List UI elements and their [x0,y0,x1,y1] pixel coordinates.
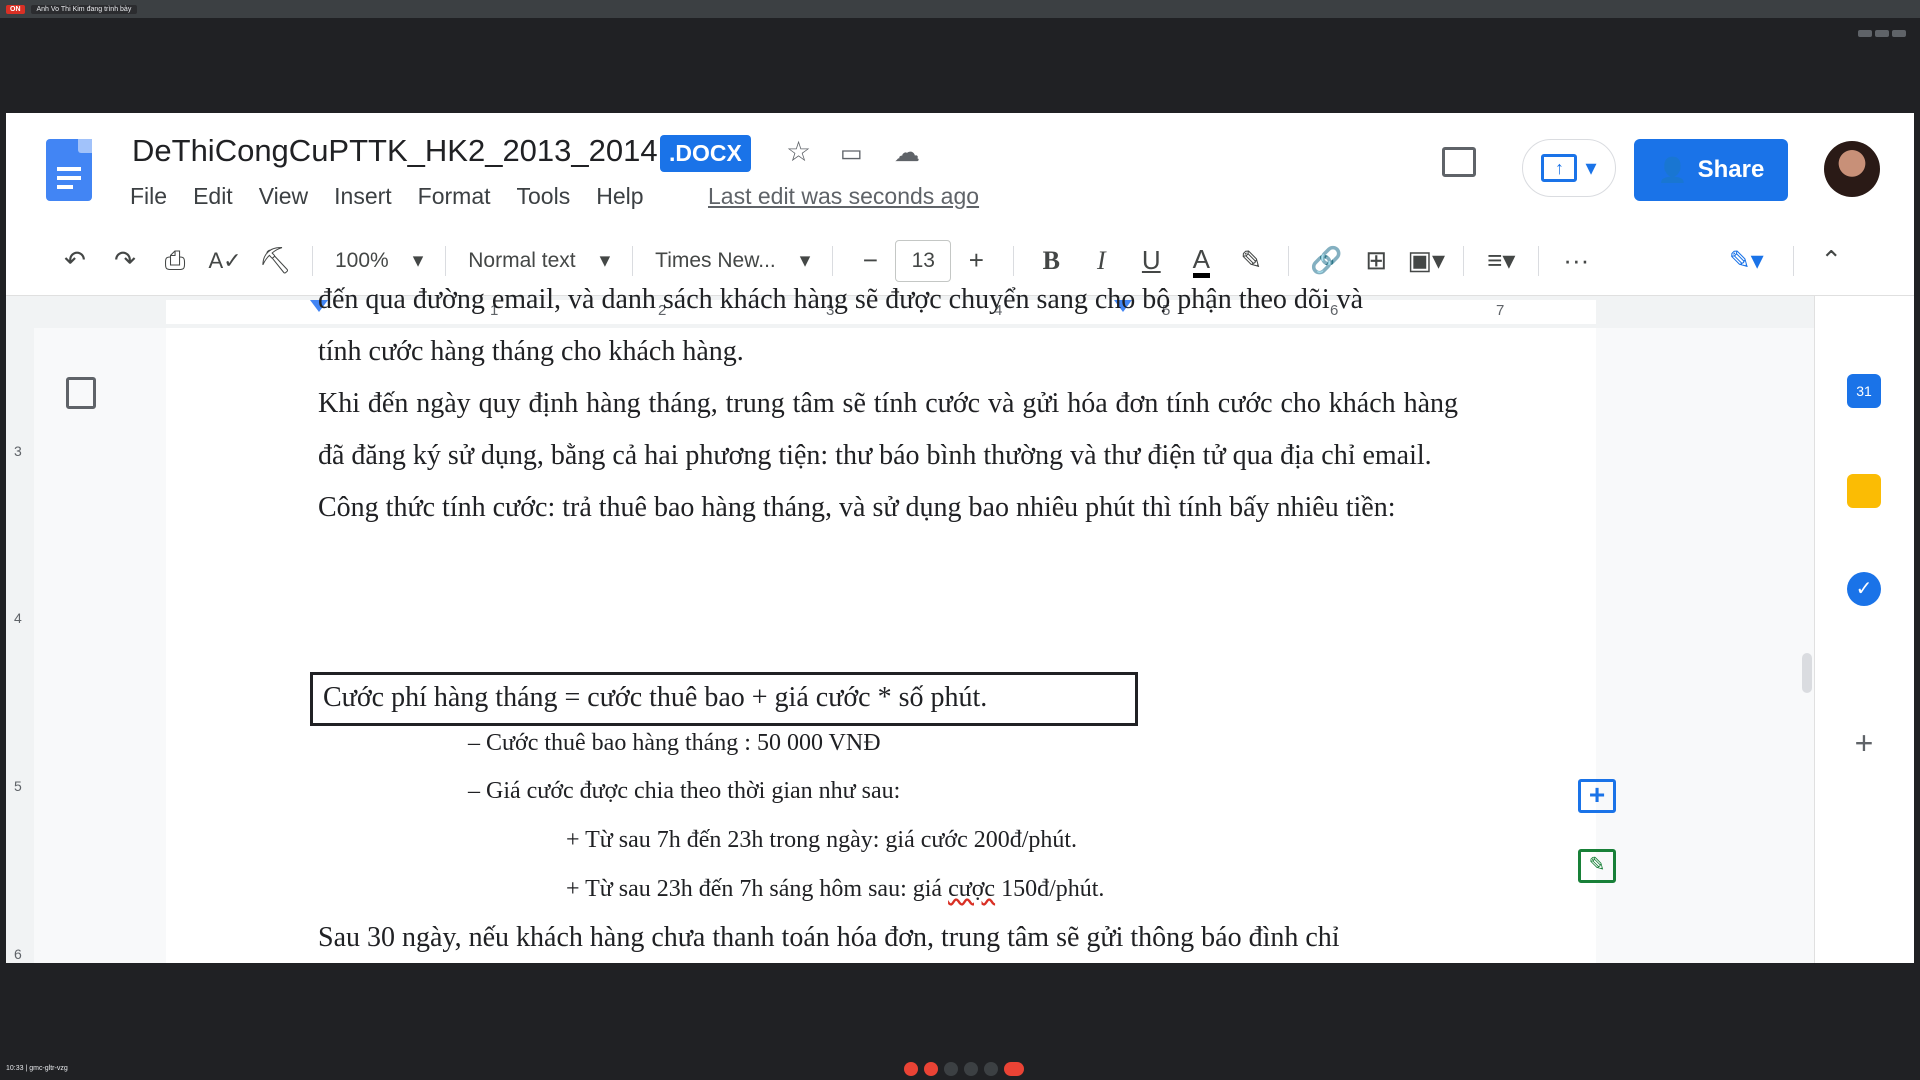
chevron-down-icon: ▾ [1585,155,1597,180]
sub-bullet-text: + Từ sau 23h đến 7h sáng hôm sau: giá [566,876,949,902]
vertical-ruler[interactable]: 3 4 5 6 [6,328,34,963]
keep-icon[interactable] [1847,474,1881,508]
menu-insert[interactable]: Insert [334,183,392,210]
person-icon: 👤 [1657,156,1688,184]
formula-box[interactable]: Cước phí hàng tháng = cước thuê bao + gi… [310,672,1138,726]
presenter-label: Anh Vo Thi Kim đang trình bày [30,4,138,14]
scrollbar[interactable] [1802,653,1812,693]
font-select[interactable]: Times New... ▾ [645,248,820,273]
docs-logo-icon[interactable] [46,139,92,201]
ruler-number: 5 [14,778,22,794]
paragraph: Công thức tính cước: trả thuê bao hàng t… [318,492,1396,523]
end-call-icon[interactable] [1004,1062,1024,1076]
zoom-select[interactable]: 100% ▾ [325,248,433,273]
suggest-edit-icon[interactable]: ✎ [1578,849,1616,883]
increase-font-size-icon[interactable]: + [951,245,1001,276]
tasks-icon[interactable]: ✓ [1847,572,1881,606]
ruler-number: 6 [14,946,22,962]
redo-icon[interactable]: ↷ [100,245,150,276]
meet-top-bar: ON Anh Vo Thi Kim đang trình bày [0,0,1920,18]
meet-controls [904,1062,1024,1076]
spellcheck-icon[interactable]: A✓ [200,248,250,274]
sub-bullet-text: 150đ/phút. [995,876,1105,902]
align-icon[interactable]: ≡▾ [1476,245,1526,276]
share-button[interactable]: 👤 Share [1634,139,1788,201]
underline-icon[interactable]: U [1126,245,1176,276]
chevron-down-icon: ▾ [599,249,611,272]
add-addon-icon[interactable]: + [1847,726,1881,760]
captions-icon[interactable] [944,1062,958,1076]
comment-history-icon[interactable] [1442,147,1476,177]
decrease-font-size-icon[interactable]: − [845,245,895,276]
sub-bullet-item: + Từ sau 23h đến 7h sáng hôm sau: giá cư… [566,876,1104,903]
link-icon[interactable]: 🔗 [1301,245,1351,276]
ruler-number: 4 [14,610,22,626]
menu-tools[interactable]: Tools [517,183,571,210]
style-value: Normal text [468,248,576,272]
star-icon[interactable]: ☆ [786,135,811,168]
style-select[interactable]: Normal text ▾ [458,248,620,273]
cloud-status-icon[interactable]: ☁ [894,137,920,168]
last-edit-link[interactable]: Last edit was seconds ago [708,183,979,210]
undo-icon[interactable]: ↶ [50,245,100,276]
present-button[interactable]: ↑ ▾ [1522,139,1616,197]
zoom-value: 100% [335,248,389,272]
present-icon: ↑ [1541,154,1578,182]
chevron-down-icon: ▾ [412,249,424,272]
present-now-icon[interactable] [964,1062,978,1076]
document-body[interactable]: đến qua đường email, và danh sách khách … [318,284,1458,534]
camera-icon[interactable] [924,1062,938,1076]
menu-file[interactable]: File [130,183,167,210]
paint-format-icon[interactable]: ⛏ [250,245,300,276]
docs-header: DeThiCongCuPTTK_HK2_2013_2014 .DOCX ☆ ▭ … [6,113,1914,226]
document-title[interactable]: DeThiCongCuPTTK_HK2_2013_2014 [132,133,658,169]
ruler-number: 3 [14,443,22,459]
side-panel: 31 ✓ + › [1814,296,1914,963]
mic-icon[interactable] [904,1062,918,1076]
meeting-time: 10:33 | gmc-gltr-vzg [6,1064,68,1072]
misspelled-word[interactable]: cược [948,876,995,902]
menu-bar: File Edit View Insert Format Tools Help [130,183,644,210]
meet-bottom-bar: 10:33 | gmc-gltr-vzg [0,1056,1920,1080]
share-label: Share [1697,156,1765,183]
more-options-icon[interactable]: ··· [1551,245,1601,276]
docx-badge: .DOCX [660,135,751,172]
menu-help[interactable]: Help [596,183,643,210]
bullet-item: – Cước thuê bao hàng tháng : 50 000 VNĐ [468,730,881,756]
paragraph: đến qua đường email, và danh sách khách … [318,284,1364,315]
document-outline-icon[interactable] [66,377,96,409]
menu-format[interactable]: Format [418,183,491,210]
calendar-icon[interactable]: 31 [1847,374,1881,408]
text-color-icon[interactable]: A [1176,244,1226,278]
paragraph: tính cước hàng tháng cho khách hàng. [318,336,744,367]
bold-icon[interactable]: B [1026,246,1076,276]
avatar[interactable] [1824,141,1880,197]
ruler-number: 7 [1496,302,1505,319]
highlight-icon[interactable]: ✎ [1226,245,1276,276]
recording-badge: ON [6,4,25,14]
more-icon[interactable] [984,1062,998,1076]
move-folder-icon[interactable]: ▭ [840,139,863,168]
sub-bullet-item: + Từ sau 7h đến 23h trong ngày: giá cước… [566,827,1078,853]
insert-image-icon[interactable]: ▣▾ [1401,245,1451,276]
chevron-down-icon: ▾ [799,249,811,272]
paragraph: Khi đến ngày quy định hàng tháng, trung … [318,388,1458,471]
add-comment-icon[interactable]: ⊞ [1351,245,1401,276]
print-icon[interactable]: ⎙ [150,245,200,277]
menu-view[interactable]: View [259,183,308,210]
meet-view-controls[interactable] [1858,30,1906,37]
add-comment-icon[interactable]: + [1578,779,1616,813]
bullet-item: – Giá cước được chia theo thời gian như … [468,778,901,804]
italic-icon[interactable]: I [1076,246,1126,276]
font-value: Times New... [655,248,776,272]
collapse-toolbar-icon[interactable]: ⌃ [1806,245,1856,276]
editing-mode-icon[interactable]: ✎▾ [1711,245,1781,276]
menu-edit[interactable]: Edit [193,183,233,210]
paragraph: Sau 30 ngày, nếu khách hàng chưa thanh t… [318,922,1340,953]
